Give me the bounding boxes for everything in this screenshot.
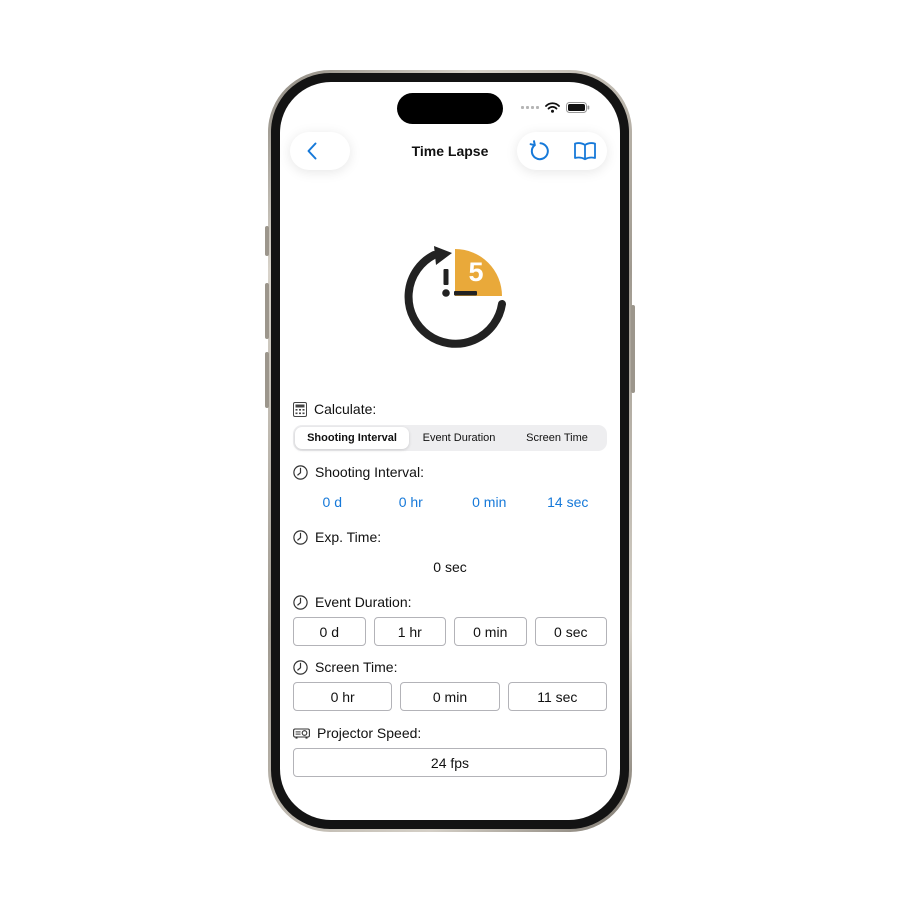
projector-icon xyxy=(293,728,310,739)
screen-time-fields: 0 hr 0 min 11 sec xyxy=(293,682,607,711)
dynamic-island xyxy=(397,93,503,124)
timelapse-clock-icon: 5 xyxy=(404,246,506,348)
shooting-interval-result: 0 d 0 hr 0 min 14 sec xyxy=(293,494,607,510)
action-button xyxy=(265,226,269,256)
wifi-icon xyxy=(545,102,560,113)
segment-event-duration[interactable]: Event Duration xyxy=(409,427,509,449)
shooting-interval-minutes[interactable]: 0 min xyxy=(450,494,529,510)
screen-time-hours-field[interactable]: 0 hr xyxy=(293,682,393,711)
toolbar-pill xyxy=(517,132,607,170)
time-lapse-logo: 5 xyxy=(390,232,508,356)
power-button xyxy=(631,305,635,393)
shooting-interval-days[interactable]: 0 d xyxy=(293,494,372,510)
home-indicator xyxy=(385,806,515,811)
clock-icon xyxy=(293,464,308,480)
projector-speed-label: Projector Speed: xyxy=(317,725,422,741)
projector-speed-header: Projector Speed: xyxy=(293,725,421,741)
exp-time-value[interactable]: 0 sec xyxy=(280,559,620,575)
guide-button[interactable] xyxy=(573,141,597,161)
screen-time-header: Screen Time: xyxy=(293,659,397,675)
calculate-segmented-control: Shooting Interval Event Duration Screen … xyxy=(293,425,607,451)
event-duration-label: Event Duration: xyxy=(315,594,412,610)
event-duration-seconds-field[interactable]: 0 sec xyxy=(534,617,607,646)
clock-icon xyxy=(293,594,308,610)
cellular-signal-icon xyxy=(521,106,539,109)
volume-up-button xyxy=(265,283,269,339)
calculate-label: Calculate: xyxy=(314,401,377,417)
event-duration-minutes-field[interactable]: 0 min xyxy=(454,617,527,646)
screen-time-label: Screen Time: xyxy=(315,659,398,675)
clock-icon xyxy=(293,659,308,675)
exp-time-header: Exp. Time: xyxy=(293,529,381,545)
screen-time-seconds-field[interactable]: 11 sec xyxy=(507,682,607,711)
event-duration-fields: 0 d 1 hr 0 min 0 sec xyxy=(293,617,607,646)
refresh-icon xyxy=(529,140,549,161)
book-icon xyxy=(573,142,596,161)
projector-speed-field[interactable]: 24 fps xyxy=(293,748,607,777)
status-bar xyxy=(521,102,590,113)
refresh-button[interactable] xyxy=(528,140,550,162)
event-duration-days-field[interactable]: 0 d xyxy=(293,617,366,646)
event-duration-hours-field[interactable]: 1 hr xyxy=(373,617,446,646)
hero-badge-number: 5 xyxy=(468,257,483,287)
volume-down-button xyxy=(265,352,269,408)
calculate-header: Calculate: xyxy=(293,401,376,417)
clock-icon xyxy=(293,529,308,545)
projector-speed-row: 24 fps xyxy=(293,748,607,777)
screen-time-minutes-field[interactable]: 0 min xyxy=(400,682,500,711)
app-screen: Time Lapse 5 Calculate: Shooting Interva… xyxy=(280,82,620,820)
shooting-interval-label: Shooting Interval: xyxy=(315,464,424,480)
segment-screen-time[interactable]: Screen Time xyxy=(509,427,605,449)
shooting-interval-hours[interactable]: 0 hr xyxy=(372,494,451,510)
segment-shooting-interval[interactable]: Shooting Interval xyxy=(295,427,409,449)
shooting-interval-seconds[interactable]: 14 sec xyxy=(529,494,608,510)
exp-time-label: Exp. Time: xyxy=(315,529,382,545)
battery-icon xyxy=(566,102,590,113)
shooting-interval-header: Shooting Interval: xyxy=(293,464,424,480)
calculator-icon xyxy=(293,401,307,417)
event-duration-header: Event Duration: xyxy=(293,594,412,610)
